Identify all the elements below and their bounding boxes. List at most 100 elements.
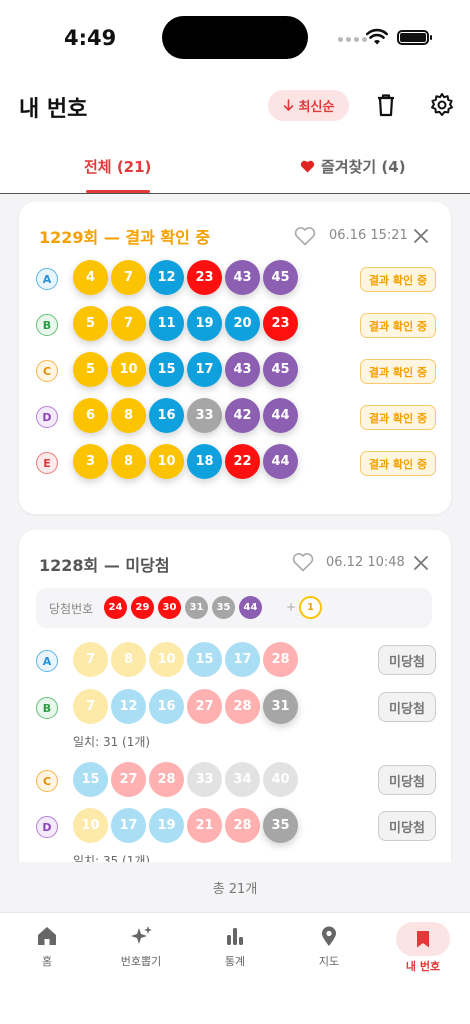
card-title: 1229회 — 결과 확인 중 [39, 228, 211, 247]
status-badge: 결과 확인 중 [360, 405, 436, 430]
ticket-row-e: E 3 8 10 18 22 44 결과 확인 중 [36, 442, 436, 482]
nav-label: 통계 [224, 955, 246, 968]
number-ball: 21 [187, 808, 222, 843]
number-ball: 3 [73, 444, 108, 479]
number-ball: 15 [187, 642, 222, 677]
bottom-nav: 홈 번호뽑기 통계 지도 내 번호 [0, 912, 470, 1024]
number-ball: 19 [149, 808, 184, 843]
number-ball: 45 [263, 352, 298, 387]
match-text: 일치: 31 (1개) [73, 735, 151, 749]
number-ball: 10 [149, 642, 184, 677]
heart-outline-icon[interactable] [292, 552, 314, 572]
number-ball: 15 [149, 352, 184, 387]
number-ball: 20 [225, 306, 260, 341]
wifi-icon [366, 28, 388, 45]
status-time: 4:49 [64, 26, 117, 50]
number-ball: 34 [225, 762, 260, 797]
number-ball: 45 [263, 260, 298, 295]
number-ball: 28 [149, 762, 184, 797]
row-letter: D [36, 406, 58, 428]
winning-ball: 29 [131, 596, 154, 619]
number-ball: 19 [187, 306, 222, 341]
number-ball: 23 [263, 306, 298, 341]
page-title: 내 번호 [19, 97, 88, 122]
ticket-row-a: A 7 8 10 15 17 28 미당첨 [36, 640, 436, 680]
number-ball-matched: 31 [263, 689, 298, 724]
tab-bar: 전체 (21) 즐겨찾기 (4) [0, 138, 470, 194]
nav-label: 홈 [41, 955, 53, 968]
number-ball: 16 [149, 689, 184, 724]
status-badge: 미당첨 [378, 692, 436, 722]
gear-icon[interactable] [428, 91, 456, 119]
number-ball: 28 [225, 689, 260, 724]
close-icon[interactable] [413, 555, 429, 571]
nav-item-mine[interactable]: 내 번호 [383, 922, 463, 974]
map-pin-icon [322, 926, 336, 946]
number-ball: 6 [73, 398, 108, 433]
close-icon[interactable] [413, 228, 429, 244]
number-ball: 5 [73, 306, 108, 341]
row-letter: C [36, 360, 58, 382]
status-badge: 미당첨 [378, 765, 436, 795]
status-badge: 결과 확인 중 [360, 267, 436, 292]
number-ball: 8 [111, 444, 146, 479]
arrow-down-icon [283, 99, 293, 111]
number-ball: 12 [111, 689, 146, 724]
number-ball: 16 [149, 398, 184, 433]
number-ball: 7 [73, 642, 108, 677]
number-ball: 15 [73, 762, 108, 797]
number-ball: 27 [187, 689, 222, 724]
number-ball: 28 [225, 808, 260, 843]
status-bar: 4:49 [0, 0, 470, 78]
number-ball-matched: 35 [263, 808, 298, 843]
nav-item-map[interactable]: 지도 [289, 925, 369, 969]
number-ball: 22 [225, 444, 260, 479]
status-badge: 미당첨 [378, 645, 436, 675]
tab-all[interactable]: 전체 (21) [84, 156, 151, 177]
status-badge: 미당첨 [378, 811, 436, 841]
winning-label: 당첨번호 [49, 602, 94, 616]
number-ball: 43 [225, 352, 260, 387]
bonus-ball: 1 [299, 596, 322, 619]
trash-icon[interactable] [372, 91, 400, 119]
number-ball: 44 [263, 444, 298, 479]
app-header: 내 번호 최신순 [0, 78, 470, 138]
tab-favorites[interactable]: 즐겨찾기 (4) [300, 156, 406, 177]
heart-icon [300, 160, 315, 173]
row-letter: A [36, 650, 58, 672]
nav-item-home[interactable]: 홈 [7, 925, 87, 969]
number-ball: 8 [111, 642, 146, 677]
winning-ball: 44 [239, 596, 262, 619]
winning-ball: 35 [212, 596, 235, 619]
status-badge: 결과 확인 중 [360, 451, 436, 476]
row-letter: D [36, 816, 58, 838]
ticket-row-b: B 5 7 11 19 20 23 결과 확인 중 [36, 304, 436, 344]
row-letter: B [36, 697, 58, 719]
ticket-row-d: D 10 17 19 21 28 35 미당첨 [36, 806, 436, 846]
plus-sign: + [286, 600, 297, 614]
number-ball: 42 [225, 398, 260, 433]
nav-item-stats[interactable]: 통계 [195, 925, 275, 969]
home-icon [38, 927, 56, 945]
winning-ball: 30 [158, 596, 181, 619]
ticket-row-a: A 4 7 12 23 43 45 결과 확인 중 [36, 258, 436, 298]
bar-chart-icon [227, 928, 243, 945]
nav-label: 번호뽑기 [120, 955, 162, 968]
sort-button[interactable]: 최신순 [268, 90, 349, 121]
number-ball: 23 [187, 260, 222, 295]
ticket-row-c: C 5 10 15 17 43 45 결과 확인 중 [36, 350, 436, 390]
ticket-row-b: B 7 12 16 27 28 31 미당첨 [36, 687, 436, 727]
nav-label: 내 번호 [405, 960, 441, 973]
ticket-row-d: D 6 8 16 33 42 44 결과 확인 중 [36, 396, 436, 436]
dynamic-island [162, 16, 308, 59]
sort-label: 최신순 [298, 99, 335, 114]
winning-ball: 24 [104, 596, 127, 619]
number-ball: 4 [73, 260, 108, 295]
status-badge: 결과 확인 중 [360, 313, 436, 338]
heart-outline-icon[interactable] [294, 226, 316, 246]
winning-ball: 31 [185, 596, 208, 619]
row-letter: E [36, 452, 58, 474]
ticket-row-c: C 15 27 28 33 34 40 미당첨 [36, 760, 436, 800]
app-root: 4:49 내 번호 최신순 전체 (21) 즐겨찾기 (4) 1229회 — 결… [0, 0, 470, 1024]
nav-item-pick[interactable]: 번호뽑기 [101, 925, 181, 969]
